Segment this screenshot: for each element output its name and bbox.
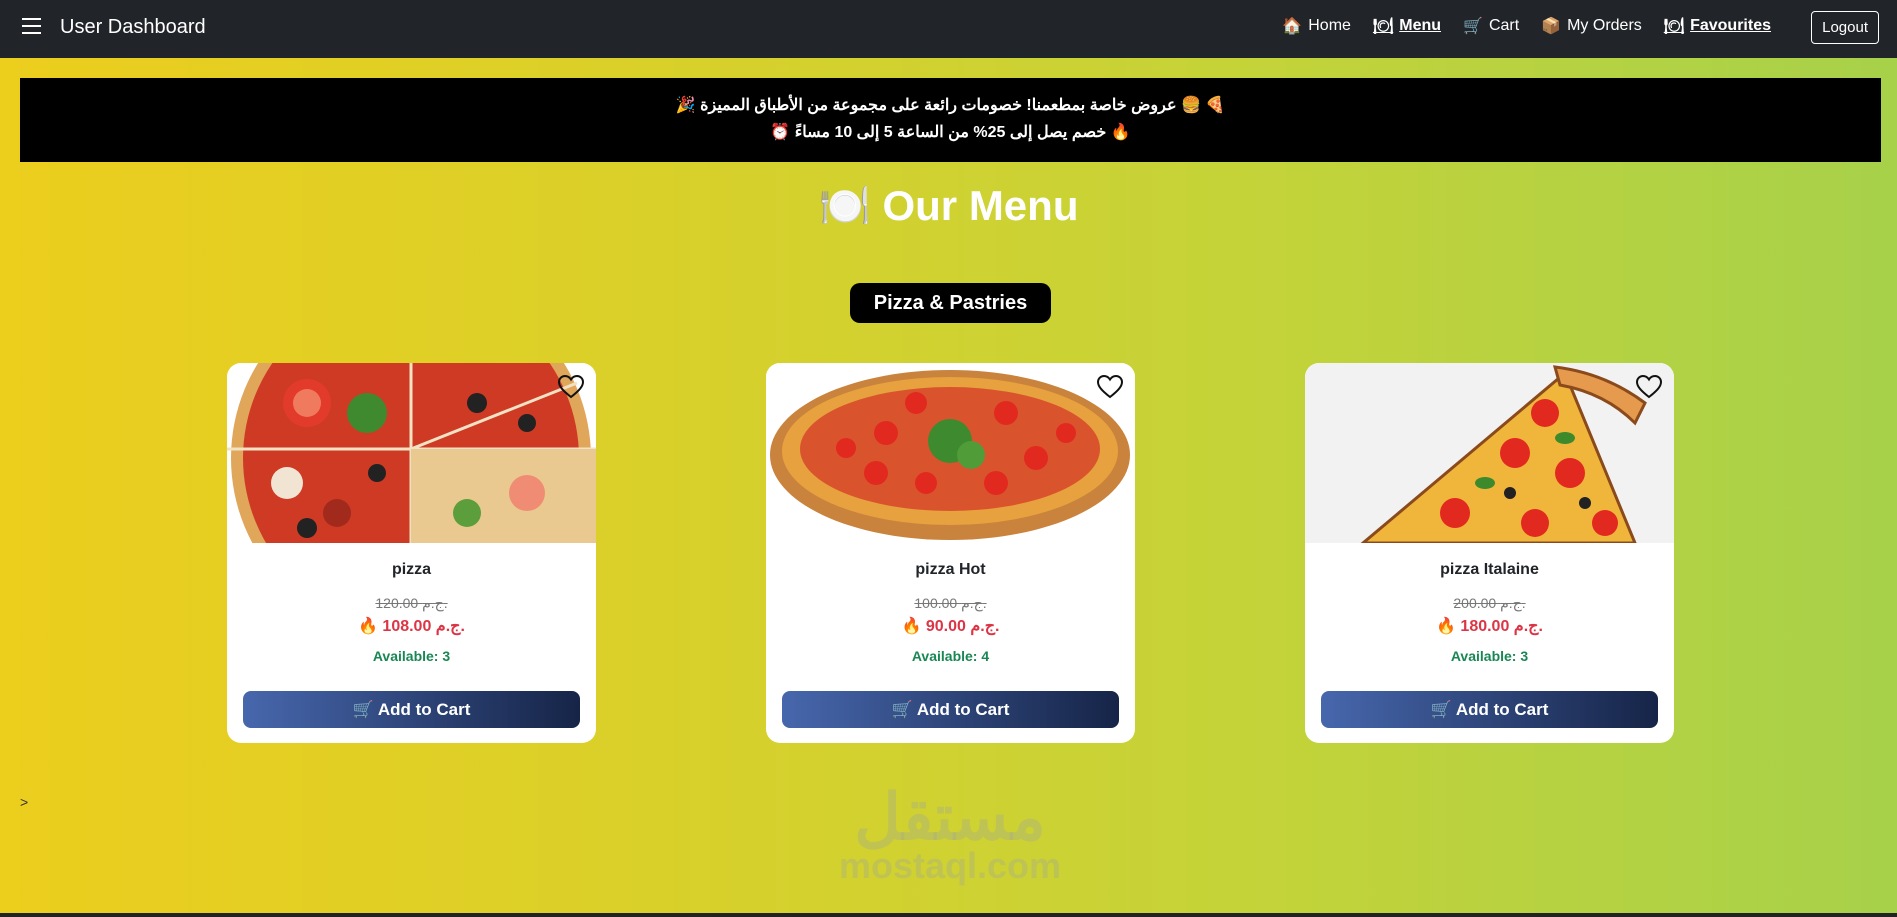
mostaql-watermark: مستقل mostaql.com: [830, 781, 1070, 886]
add-to-cart-button[interactable]: 🛒 Add to Cart: [243, 691, 580, 728]
product-old-price: 200.00 ج.م.: [1453, 595, 1526, 611]
heart-favourite-icon[interactable]: [1097, 375, 1123, 399]
product-card: pizza 120.00 ج.م. 🔥 108.00 ج.م. Availabl…: [227, 363, 596, 743]
product-old-price: 120.00 ج.م.: [375, 595, 448, 611]
logout-button[interactable]: Logout: [1811, 11, 1879, 44]
nav-link-label: Cart: [1488, 17, 1520, 34]
brand-title: User Dashboard: [60, 16, 206, 38]
hamburger-menu-icon[interactable]: [22, 18, 41, 34]
nav-link-my-orders[interactable]: 📦 My Orders: [1541, 16, 1642, 36]
bottom-divider: [0, 913, 1897, 917]
heart-favourite-icon[interactable]: [558, 375, 584, 399]
add-to-cart-label: Add to Cart: [377, 699, 471, 719]
product-new-price: 🔥 180.00 ج.م.: [1436, 618, 1543, 635]
sidebar-toggle-arrow[interactable]: >: [20, 794, 28, 810]
top-navbar: User Dashboard 🏠 Home 🍽 Menu 🛒 Cart 📦 My…: [0, 0, 1897, 58]
product-availability: Available: 3: [372, 648, 451, 664]
promo-banner: 🍕 🍔 عروض خاصة بمطعمنا! خصومات رائعة على …: [20, 78, 1881, 162]
nav-link-home[interactable]: 🏠 Home: [1282, 16, 1351, 36]
nav-link-label: My Orders: [1567, 17, 1642, 34]
product-card: pizza Hot 100.00 ج.م. 🔥 90.00 ج.م. Avail…: [766, 363, 1135, 743]
watermark-arabic: مستقل: [854, 781, 1046, 853]
product-card: pizza Italaine 200.00 ج.م. 🔥 180.00 ج.م.…: [1305, 363, 1674, 743]
nav-link-label: Favourites: [1690, 17, 1771, 34]
plate-cutlery-icon: 🍽️: [818, 182, 871, 229]
product-availability: Available: 4: [911, 648, 990, 664]
page-title-text: Our Menu: [882, 182, 1079, 229]
product-image: [227, 363, 596, 543]
nav-link-cart[interactable]: 🛒 Cart: [1463, 16, 1519, 36]
cart-icon: 🛒: [1463, 18, 1483, 35]
watermark-latin: mostaql.com: [838, 845, 1062, 886]
add-to-cart-label: Add to Cart: [916, 699, 1010, 719]
cart-icon: 🛒: [891, 699, 913, 719]
product-name: pizza: [391, 561, 432, 578]
product-name: pizza Italaine: [1440, 561, 1539, 578]
nav-links: 🏠 Home 🍽 Menu 🛒 Cart 📦 My Orders 🍽 Favou…: [1282, 16, 1771, 36]
add-to-cart-label: Add to Cart: [1455, 699, 1549, 719]
house-icon: 🏠: [1282, 18, 1303, 35]
package-icon: 📦: [1541, 18, 1562, 35]
category-badge: Pizza & Pastries: [850, 283, 1051, 323]
heart-favourite-icon[interactable]: [1636, 375, 1662, 399]
promo-line-1: 🍕 🍔 عروض خاصة بمطعمنا! خصومات رائعة على …: [675, 97, 1226, 114]
page-title: 🍽️ Our Menu: [0, 182, 1897, 231]
nav-link-menu[interactable]: 🍽 Menu: [1373, 16, 1441, 36]
cart-icon: 🛒: [352, 699, 374, 719]
product-availability: Available: 3: [1450, 648, 1529, 664]
add-to-cart-button[interactable]: 🛒 Add to Cart: [782, 691, 1119, 728]
product-new-price: 🔥 108.00 ج.م.: [358, 618, 465, 635]
add-to-cart-button[interactable]: 🛒 Add to Cart: [1321, 691, 1658, 728]
product-old-price: 100.00 ج.م.: [914, 595, 987, 611]
product-new-price: 🔥 90.00 ج.م.: [901, 618, 1000, 635]
product-image: [1305, 363, 1674, 543]
nav-link-label: Menu: [1399, 17, 1442, 34]
product-name: pizza Hot: [915, 561, 986, 578]
nav-link-label: Home: [1308, 17, 1351, 34]
cart-icon: 🛒: [1430, 699, 1452, 719]
plate-icon: 🍽: [1372, 18, 1394, 35]
nav-link-favourites[interactable]: 🍽 Favourites: [1664, 16, 1771, 36]
plate-icon: 🍽: [1663, 18, 1685, 35]
promo-line-2: 🔥 خصم يصل إلى 25% من الساعة 5 إلى 10 مسا…: [770, 124, 1131, 141]
product-image: [766, 363, 1135, 543]
